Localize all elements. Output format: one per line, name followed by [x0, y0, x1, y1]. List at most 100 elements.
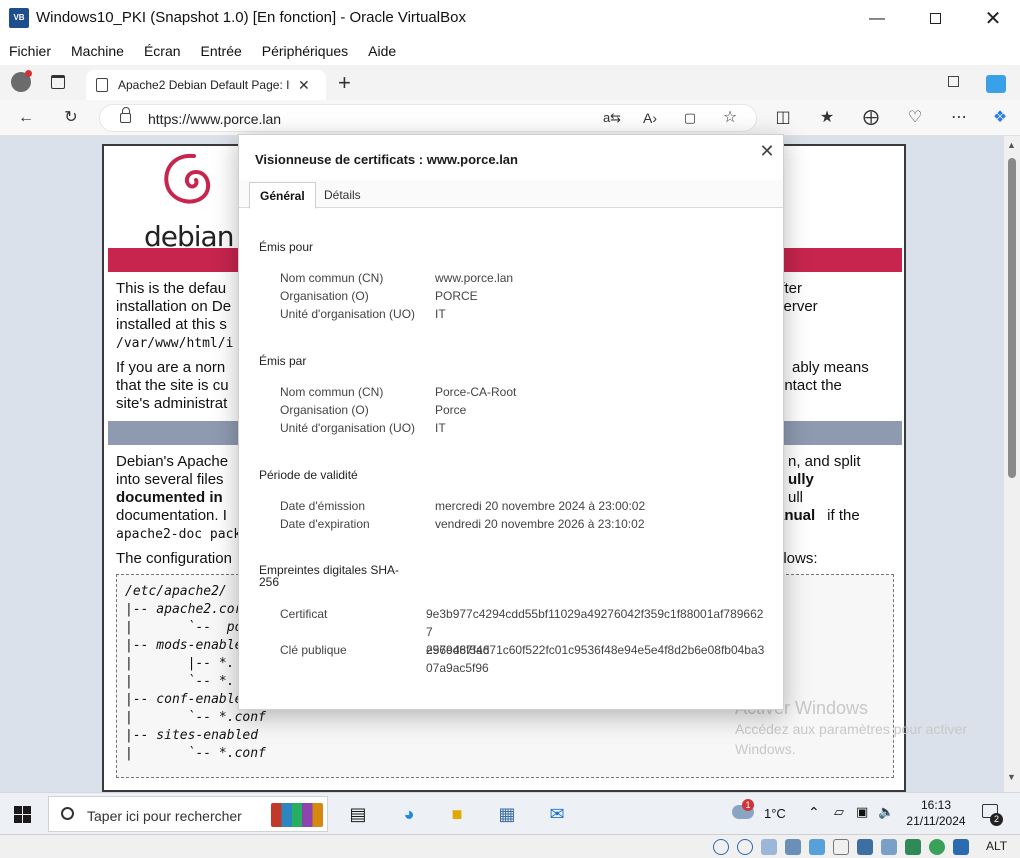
taskbar-search-box[interactable]: Taper ici pour rechercher [48, 796, 328, 832]
menu-peripheriques[interactable]: Périphériques [262, 43, 348, 59]
browser-tabbar: Apache2 Debian Default Page: It works ✕ … [0, 65, 1020, 100]
scrollbar-thumb[interactable] [1008, 158, 1016, 478]
vbox-menubar: Fichier Machine Écran Entrée Périphériqu… [0, 37, 1020, 65]
weather-badge: 1 [742, 799, 754, 811]
code-line: /etc/apache2/ [125, 584, 227, 599]
issued-to-ou: IT [435, 307, 446, 321]
code-line: | `-- *.conf [125, 746, 266, 761]
tab-general[interactable]: Général [249, 182, 316, 209]
tab-actions-icon[interactable] [51, 75, 65, 89]
issued-date: mercredi 20 novembre 2024 à 23:00:02 [435, 499, 646, 513]
address-bar[interactable]: https://www.porce.lan a⇆ A› ▢ ☆ [99, 104, 757, 132]
store-icon[interactable]: ▦ [487, 798, 527, 830]
config-text-line: documentation. I [116, 507, 227, 524]
code-line: |-- conf-enable [125, 692, 243, 707]
issued-to-o: PORCE [435, 289, 478, 303]
collections-icon[interactable]: ⨁ [859, 108, 883, 128]
menu-aide[interactable]: Aide [368, 43, 396, 59]
minimize-button[interactable]: — [848, 0, 906, 37]
recording-icon[interactable] [881, 839, 897, 855]
search-icon [61, 807, 74, 820]
menu-machine[interactable]: Machine [71, 43, 124, 59]
hard-disk-icon[interactable] [713, 839, 729, 855]
split-screen-icon[interactable]: ◫ [771, 108, 795, 128]
intro-text-line: installation on De [116, 298, 232, 315]
host-key-arrow-icon[interactable] [953, 839, 969, 855]
favorites-icon[interactable]: ★ [815, 108, 839, 128]
profile-icon[interactable] [11, 70, 32, 92]
validity-heading: Période de validité [259, 468, 358, 482]
windows-start-icon[interactable] [14, 806, 31, 823]
close-window-button[interactable]: ✕ [964, 0, 1020, 37]
system-clock[interactable]: 16:13 21/11/2024 [904, 797, 968, 829]
windows-taskbar: Taper ici pour rechercher ▤ ◕ ■ ▦ ✉ 1 1°… [0, 792, 1020, 834]
intro-path-line: /var/www/html/i [116, 336, 234, 351]
layout-text-line: The configuration [116, 550, 232, 567]
tab-details[interactable]: Détails [314, 182, 371, 208]
copilot-feedback-icon[interactable] [986, 75, 1006, 93]
notice-text-line: If you are a norn [116, 359, 226, 376]
code-line: |-- mods-enable [125, 638, 243, 653]
field-label: Organisation (O) [280, 289, 369, 303]
file-explorer-icon[interactable]: ■ [437, 798, 477, 830]
browser-toolbar: ← ↻ https://www.porce.lan a⇆ A› ▢ ☆ ◫ ★ … [0, 100, 1020, 136]
audio-icon[interactable] [761, 839, 777, 855]
expiry-date: vendredi 20 novembre 2026 à 23:10:02 [435, 517, 645, 531]
mail-icon[interactable]: ✉ [537, 798, 577, 830]
virtualization-icon[interactable] [905, 839, 921, 855]
close-dialog-icon[interactable]: ✕ [757, 141, 777, 162]
favorite-star-icon[interactable]: ☆ [718, 108, 742, 128]
page-scrollbar[interactable]: ▲ ▼ [1004, 136, 1020, 792]
clock-time: 16:13 [920, 798, 952, 812]
back-arrow-icon[interactable]: ← [14, 108, 38, 128]
new-tab-button[interactable]: + [338, 70, 351, 96]
code-line: | `-- *.conf [125, 710, 266, 725]
show-hidden-icons-icon[interactable]: ⌃ [808, 804, 820, 821]
fingerprints-heading: Empreintes digitales SHA- 256 [259, 564, 399, 588]
volume-icon[interactable]: 🔈 [878, 804, 894, 820]
copilot-icon[interactable]: ❖ [988, 108, 1012, 128]
translate-icon[interactable]: a⇆ [600, 108, 624, 128]
menu-ecran[interactable]: Écran [144, 43, 181, 59]
guest-additions-icon[interactable] [929, 839, 945, 855]
dialog-title: Visionneuse de certificats : www.porce.l… [255, 152, 518, 167]
field-label: Nom commun (CN) [280, 271, 384, 285]
fingerprints-heading-line: Empreintes digitales SHA- [259, 563, 400, 577]
dialog-tabs: Général Détails [239, 180, 783, 209]
config-text-line: if the [823, 507, 860, 524]
read-aloud-icon[interactable]: A› [638, 108, 662, 128]
battery-plug-icon[interactable]: ▱ [834, 804, 844, 820]
weather-temperature[interactable]: 1°C [764, 806, 786, 821]
menu-entree[interactable]: Entrée [201, 43, 242, 59]
immersive-reader-icon[interactable]: ▢ [678, 108, 702, 128]
display-icon[interactable] [857, 839, 873, 855]
browser-tab-active[interactable]: Apache2 Debian Default Page: It works ✕ [86, 70, 326, 100]
maximize-button[interactable] [906, 0, 964, 37]
shared-folders-icon[interactable] [833, 839, 849, 855]
task-view-icon[interactable]: ▤ [338, 798, 378, 830]
notice-text-line: ontact the [776, 377, 842, 394]
performance-heart-icon[interactable]: ♡ [903, 108, 927, 128]
optical-drive-icon[interactable] [737, 839, 753, 855]
network-adapter-icon[interactable] [785, 839, 801, 855]
restore-icon[interactable] [948, 76, 959, 87]
scroll-up-arrow-icon[interactable]: ▲ [1007, 140, 1016, 150]
tab-close-icon[interactable]: ✕ [298, 77, 310, 94]
menu-fichier[interactable]: Fichier [9, 43, 51, 59]
url-text[interactable]: https://www.porce.lan [148, 111, 281, 127]
issued-by-heading: Émis par [259, 354, 307, 368]
certificate-viewer-dialog: Visionneuse de certificats : www.porce.l… [238, 134, 784, 710]
refresh-icon[interactable]: ↻ [59, 108, 83, 128]
more-options-icon[interactable]: ⋯ [947, 108, 971, 128]
edge-taskbar-icon[interactable]: ◕ [389, 798, 429, 830]
public-key-fingerprint: e57ed8f5ad71c60f522fc01c9536f48e94e5e4f8… [426, 641, 766, 677]
scroll-down-arrow-icon[interactable]: ▼ [1007, 772, 1016, 782]
usb-icon[interactable] [809, 839, 825, 855]
network-icon[interactable]: ▣ [856, 804, 868, 820]
field-label: Clé publique [280, 643, 347, 657]
config-text-line: Debian's Apache [116, 453, 229, 470]
field-label: Nom commun (CN) [280, 385, 384, 399]
issued-to-cn: www.porce.lan [435, 271, 514, 285]
config-text-line: apache2-doc pack [116, 527, 242, 542]
lock-icon[interactable] [120, 107, 131, 123]
